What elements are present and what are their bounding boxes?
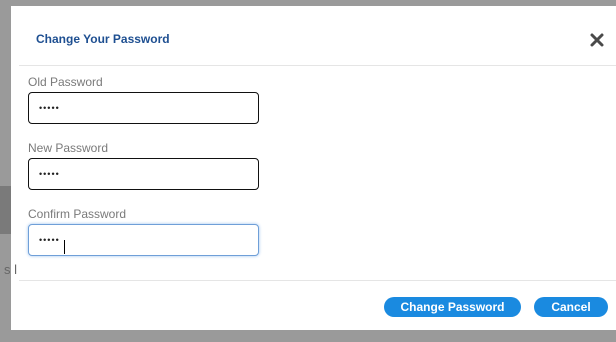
- old-password-label: Old Password: [28, 75, 103, 89]
- backdrop-left-band: [0, 6, 11, 342]
- backdrop-bottom-band: [0, 330, 616, 342]
- close-icon[interactable]: [589, 32, 605, 48]
- change-password-button[interactable]: Change Password: [384, 297, 521, 317]
- background-text-fragment: s l: [4, 262, 17, 277]
- modal-footer-divider: [19, 280, 616, 281]
- modal-title: Change Your Password: [36, 32, 170, 46]
- text-caret: [64, 240, 65, 254]
- confirm-password-input[interactable]: [28, 224, 259, 256]
- new-password-input[interactable]: [28, 158, 259, 190]
- modal-header: Change Your Password: [19, 14, 616, 66]
- new-password-label: New Password: [28, 141, 109, 155]
- change-password-modal: Change Your Password Old Password New Pa…: [19, 14, 616, 330]
- backdrop-top-band: [0, 0, 616, 6]
- cancel-button[interactable]: Cancel: [534, 297, 608, 317]
- confirm-password-label: Confirm Password: [28, 207, 127, 221]
- old-password-input[interactable]: [28, 92, 259, 124]
- backdrop-left-block: [0, 186, 11, 234]
